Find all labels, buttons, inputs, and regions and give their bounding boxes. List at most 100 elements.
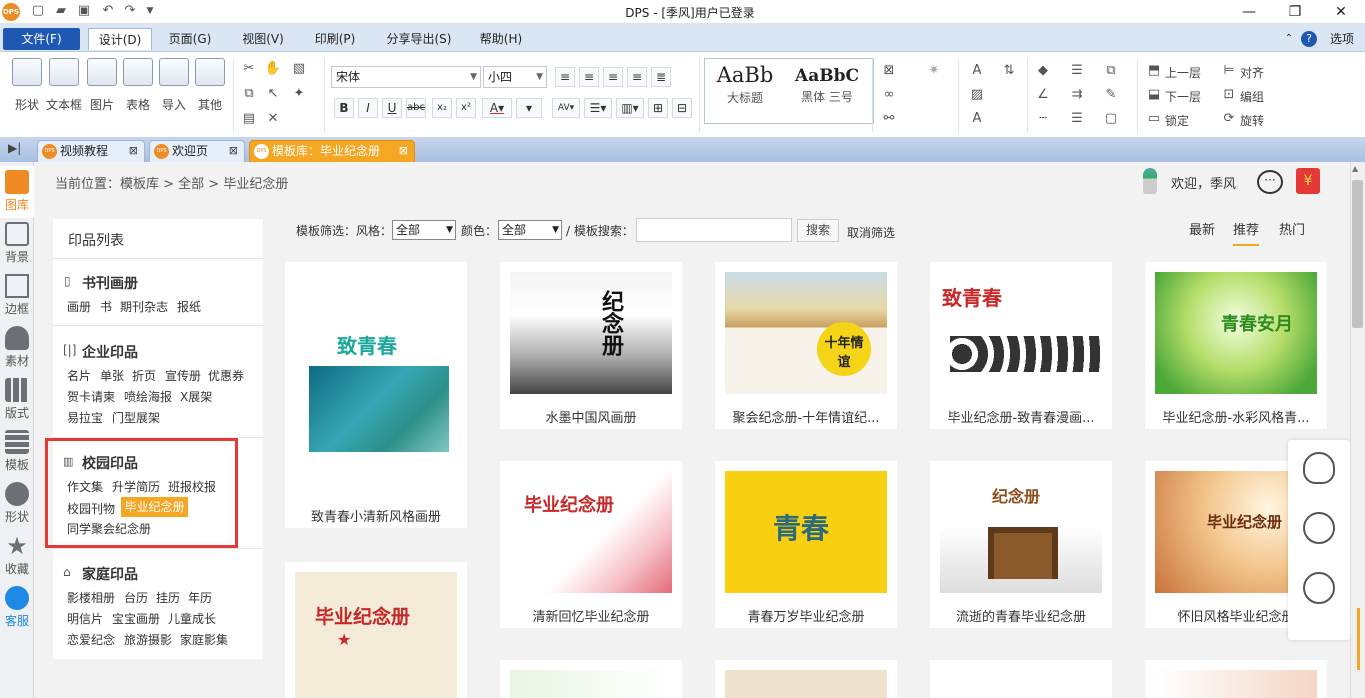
list-item[interactable]: 名片 <box>67 367 91 384</box>
hand-icon[interactable]: ✋ <box>264 60 282 78</box>
template-card[interactable] <box>500 660 682 698</box>
template-card[interactable]: 青春 青春万岁毕业纪念册 <box>715 461 897 628</box>
template-card[interactable]: 纪念册 水墨中国风画册 <box>500 262 682 429</box>
template-card[interactable]: 十年情谊 聚会纪念册-十年情谊纪... <box>715 262 897 429</box>
wechat-icon[interactable] <box>1303 512 1335 544</box>
template-card[interactable]: 纪念册 流逝的青春毕业纪念册 <box>930 461 1112 628</box>
menu-print[interactable]: 印刷(P) <box>306 28 364 50</box>
list-item[interactable]: 期刊杂志 <box>120 298 168 315</box>
close-icon[interactable]: ⊠ <box>229 141 238 161</box>
sidebar-item-shape[interactable]: 形状 <box>0 478 34 530</box>
list-item[interactable]: X展架 <box>180 388 212 405</box>
save-icon[interactable]: ▣ <box>76 3 92 19</box>
style-gallery[interactable]: AaBb 大标题 AaBbC 黑体 三号 <box>704 58 874 124</box>
list-item[interactable]: 折页 <box>132 367 156 384</box>
line-color-icon[interactable]: ∠ <box>1034 86 1052 104</box>
search-button[interactable]: 搜索 <box>797 219 839 242</box>
list-item[interactable]: 画册 <box>67 298 91 315</box>
distribute-icon[interactable]: ≣ <box>651 67 671 87</box>
line-spacing-icon[interactable]: ☰▾ <box>584 98 612 118</box>
brush-icon[interactable]: ✎ <box>1102 86 1120 104</box>
collapse-ribbon-icon[interactable]: ⌃ <box>1282 28 1296 50</box>
align-left-icon[interactable]: ≡ <box>555 67 575 87</box>
magic-icon[interactable]: ✦ <box>290 85 308 103</box>
text-shadow-icon[interactable]: A <box>968 110 986 128</box>
layer-down-button[interactable]: 下一层 <box>1165 88 1201 105</box>
outdent-icon[interactable]: ⊟ <box>672 98 692 118</box>
import-button[interactable]: 导入 <box>154 58 194 113</box>
arrow-style-icon[interactable]: ⇉ <box>1068 86 1086 104</box>
line-weight-icon[interactable]: ☰ <box>1068 110 1086 128</box>
superscript-icon[interactable]: x² <box>456 98 476 118</box>
paste-icon[interactable]: ▤ <box>240 110 258 128</box>
list-item[interactable]: 单张 <box>100 367 124 384</box>
list-item[interactable]: 喷绘海报 <box>124 388 172 405</box>
list-item[interactable]: 书 <box>100 298 112 315</box>
redo-icon[interactable]: ↷ <box>122 3 138 19</box>
rotate-button[interactable]: 旋转 <box>1240 112 1264 129</box>
italic-icon[interactable]: I <box>358 98 378 118</box>
other-button[interactable]: 其他 <box>190 58 230 113</box>
scrollbar-thumb[interactable] <box>1352 180 1363 328</box>
bold-icon[interactable]: B <box>334 98 354 118</box>
list-item[interactable]: 挂历 <box>156 589 180 606</box>
sidebar-item-material[interactable]: 素材 <box>0 322 34 374</box>
cut-icon[interactable]: ✂ <box>240 60 258 78</box>
list-item[interactable]: 儿童成长 <box>168 610 216 627</box>
list-item[interactable]: 影楼相册 <box>67 589 115 606</box>
link-icon[interactable]: ∞ <box>880 86 898 104</box>
menu-design[interactable]: 设计(D) <box>88 28 152 50</box>
dropdown-icon[interactable]: ▼ <box>142 3 158 19</box>
template-card[interactable]: 毕业纪念册 ★ <box>285 562 467 698</box>
new-icon[interactable]: ▢ <box>30 3 46 19</box>
list-item[interactable]: 宣传册 <box>165 367 201 384</box>
template-card[interactable] <box>930 660 1112 698</box>
template-card[interactable]: 致青春 毕业纪念册-致青春漫画... <box>930 262 1112 429</box>
red-envelope-icon[interactable]: ¥ <box>1296 168 1320 194</box>
pointer-icon[interactable]: ↖ <box>264 85 282 103</box>
spacing-icon[interactable]: AV▾ <box>552 98 580 118</box>
sidebar-item-border[interactable]: 边框 <box>0 270 34 322</box>
subscript-icon[interactable]: x₂ <box>432 98 452 118</box>
category-family[interactable]: 家庭印品 <box>82 564 138 584</box>
tab-video-tutorial[interactable]: DPS 视频教程 ⊠ <box>37 140 145 162</box>
menu-help[interactable]: 帮助(H) <box>472 28 530 50</box>
chat-icon[interactable]: ··· <box>1257 170 1283 194</box>
template-card[interactable] <box>1145 660 1327 698</box>
indent-icon[interactable]: ⊞ <box>648 98 668 118</box>
size-select[interactable]: 小四 ▼ <box>483 66 547 88</box>
undo-icon[interactable]: ↶ <box>100 3 116 19</box>
style-big-title[interactable]: AaBb 大标题 <box>705 63 785 106</box>
align-button[interactable]: 对齐 <box>1240 64 1264 81</box>
open-icon[interactable]: ▰ <box>53 3 69 19</box>
sidebar-item-background[interactable]: 背景 <box>0 218 34 270</box>
font-select[interactable]: 宋体 ▼ <box>331 66 481 88</box>
close-icon[interactable]: ✕ <box>1326 2 1356 22</box>
list-item[interactable]: 台历 <box>124 589 148 606</box>
list-item[interactable]: 宝宝画册 <box>112 610 160 627</box>
list-item[interactable]: 恋爱纪念 <box>67 631 115 648</box>
qq-icon[interactable] <box>1303 452 1335 484</box>
list-icon[interactable]: ☰ <box>1068 62 1086 80</box>
delete-icon[interactable]: ✕ <box>264 110 282 128</box>
font-color-icon[interactable]: A▾ <box>482 98 512 118</box>
table-button[interactable]: 表格 <box>118 58 158 113</box>
template-card[interactable]: 毕业纪念册 清新回忆毕业纪念册 <box>500 461 682 628</box>
sort-recommend[interactable]: 推荐 <box>1233 219 1260 246</box>
layer-up-button[interactable]: 上一层 <box>1165 64 1201 81</box>
list-item[interactable]: 报纸 <box>177 298 201 315</box>
maximize-icon[interactable]: ❐ <box>1280 2 1310 22</box>
list-item[interactable]: 旅游摄影 <box>124 631 172 648</box>
shape-button[interactable]: 形状 <box>7 58 47 113</box>
template-card[interactable]: 致青春 致青春小清新风格画册 <box>285 262 467 528</box>
underline-icon[interactable]: U <box>382 98 402 118</box>
scroll-up-icon[interactable]: ▲ <box>1352 164 1358 173</box>
box-icon[interactable]: ▢ <box>1102 110 1120 128</box>
tab-welcome[interactable]: DPS 欢迎页 ⊠ <box>149 140 245 162</box>
menu-file[interactable]: 文件(F) <box>3 28 80 50</box>
minimize-icon[interactable]: — <box>1234 2 1264 22</box>
sidebar-item-service[interactable]: 客服 <box>0 582 34 634</box>
image-effect-icon[interactable]: ▨ <box>968 86 986 104</box>
menu-view[interactable]: 视图(V) <box>234 28 292 50</box>
format-icon[interactable]: ⧉ <box>1102 62 1120 80</box>
